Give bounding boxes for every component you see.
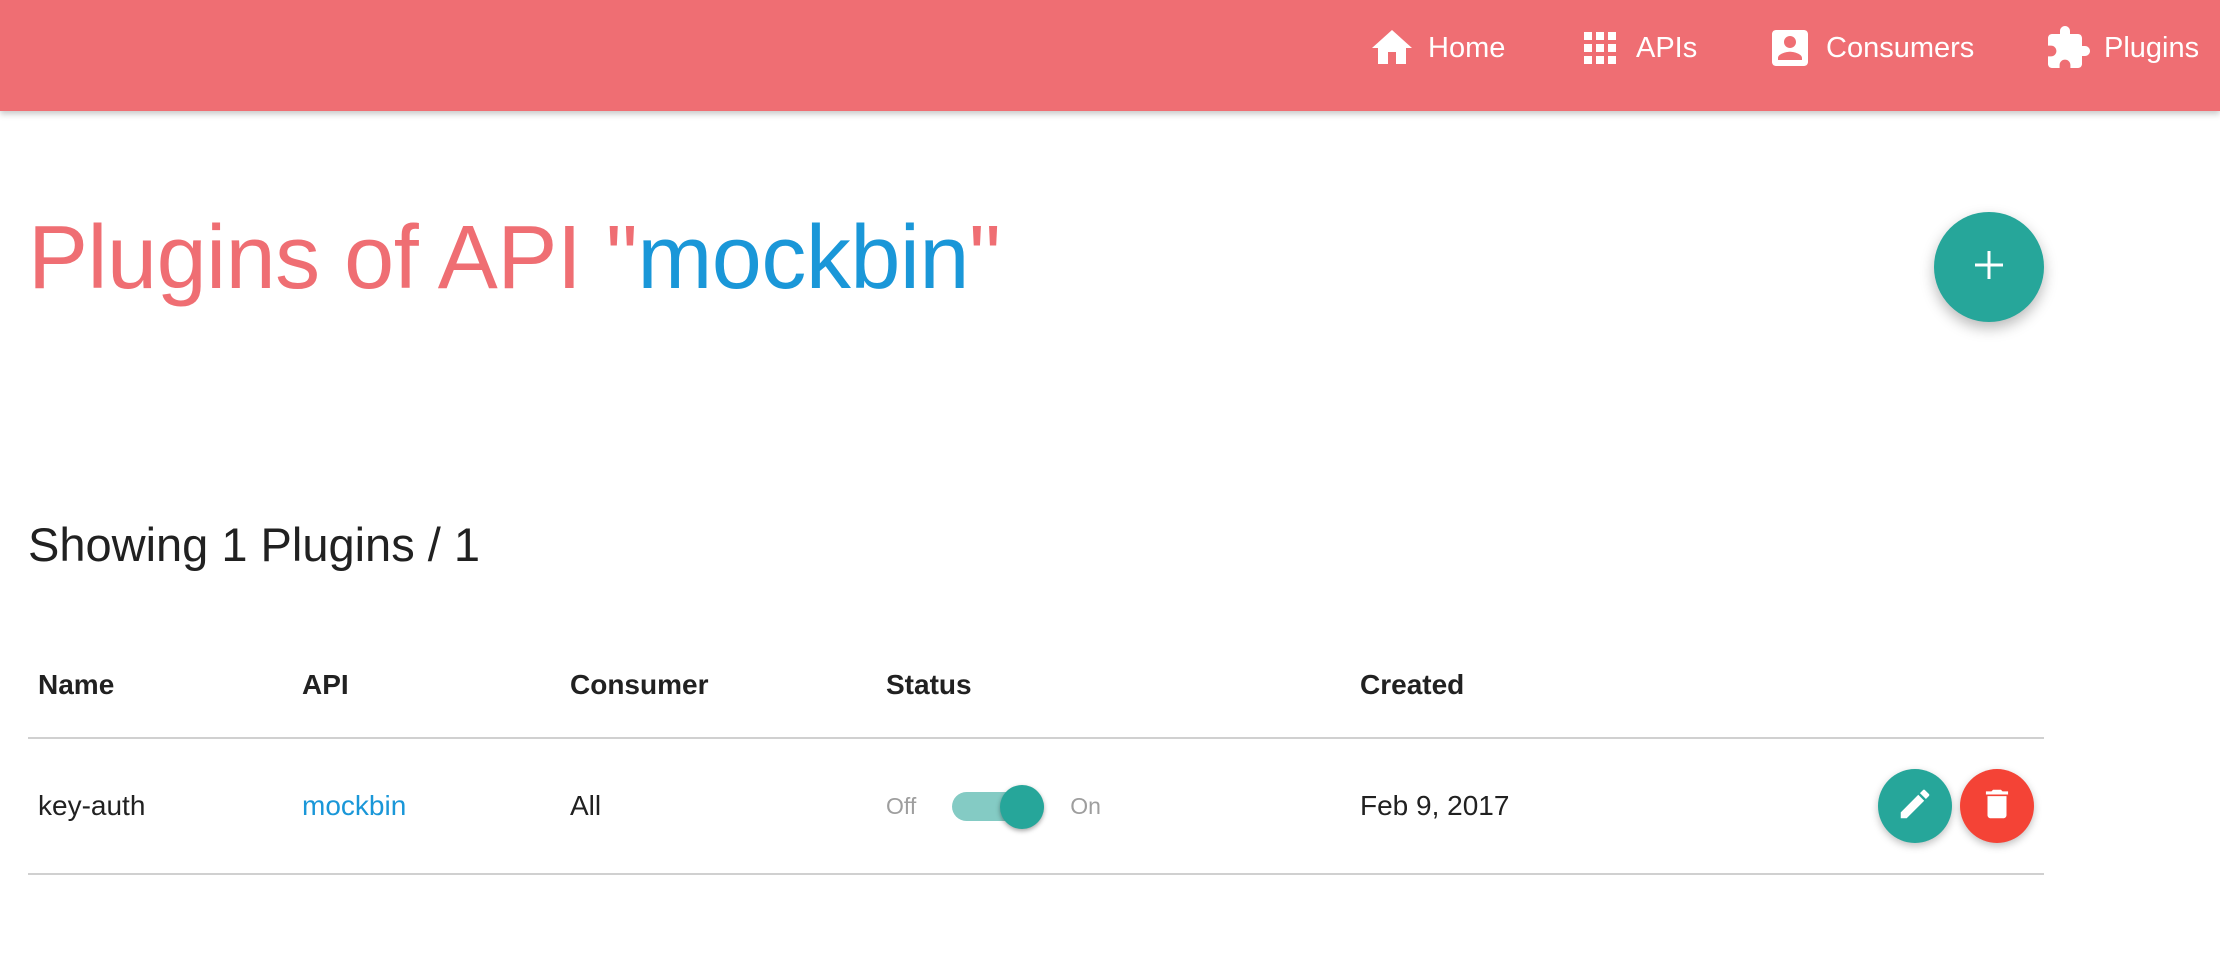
plugin-created-date: Feb 9, 2017 [1360, 790, 1510, 821]
column-header-consumer: Consumer [570, 669, 709, 700]
nav-item-apis[interactable]: APIs [1576, 0, 1697, 96]
page-title: Plugins of API "mockbin" [28, 208, 1001, 308]
column-header-api: API [302, 669, 349, 700]
edit-plugin-button[interactable] [1878, 769, 1952, 843]
nav-item-label: Home [1428, 31, 1506, 64]
results-count: Showing 1 Plugins / 1 [28, 518, 481, 571]
puzzle-icon [2044, 24, 2092, 72]
table-header: Name API Consumer Status Created [28, 660, 2044, 739]
table-row: key-auth mockbin All Off On Feb 9, 2017 [28, 739, 2044, 875]
nav-item-label: Plugins [2104, 31, 2200, 64]
plus-icon [1971, 247, 2007, 288]
column-header-status: Status [886, 669, 972, 700]
nav-item-home[interactable]: Home [1368, 0, 1505, 96]
column-header-name: Name [38, 669, 115, 700]
page-title-prefix: Plugins of API " [28, 208, 638, 308]
nav-item-consumers[interactable]: Consumers [1766, 0, 1974, 96]
column-header-created: Created [1360, 669, 1465, 700]
nav-item-label: Consumers [1826, 31, 1975, 64]
plugin-api-link[interactable]: mockbin [302, 782, 406, 830]
trash-icon [1978, 785, 2016, 828]
page-title-suffix: " [968, 208, 1001, 308]
plugin-name: key-auth [38, 790, 146, 821]
delete-plugin-button[interactable] [1960, 769, 2034, 843]
page-title-api-name[interactable]: mockbin [637, 208, 969, 308]
status-on-label: On [1070, 792, 1101, 819]
status-toggle[interactable] [952, 784, 1045, 829]
nav-item-plugins[interactable]: Plugins [2044, 0, 2199, 96]
nav-item-label: APIs [1636, 31, 1698, 64]
apps-grid-icon [1576, 24, 1624, 72]
status-toggle-group: Off On [886, 739, 1101, 873]
home-icon [1368, 24, 1416, 72]
status-off-label: Off [886, 792, 917, 819]
status-toggle-thumb[interactable] [1000, 784, 1045, 829]
top-navbar: Home APIs Consumers Plugins [0, 0, 2220, 111]
add-plugin-button[interactable] [1934, 212, 2044, 322]
plugin-consumer: All [570, 790, 602, 821]
account-box-icon [1766, 24, 1814, 72]
pencil-icon [1896, 785, 1934, 828]
